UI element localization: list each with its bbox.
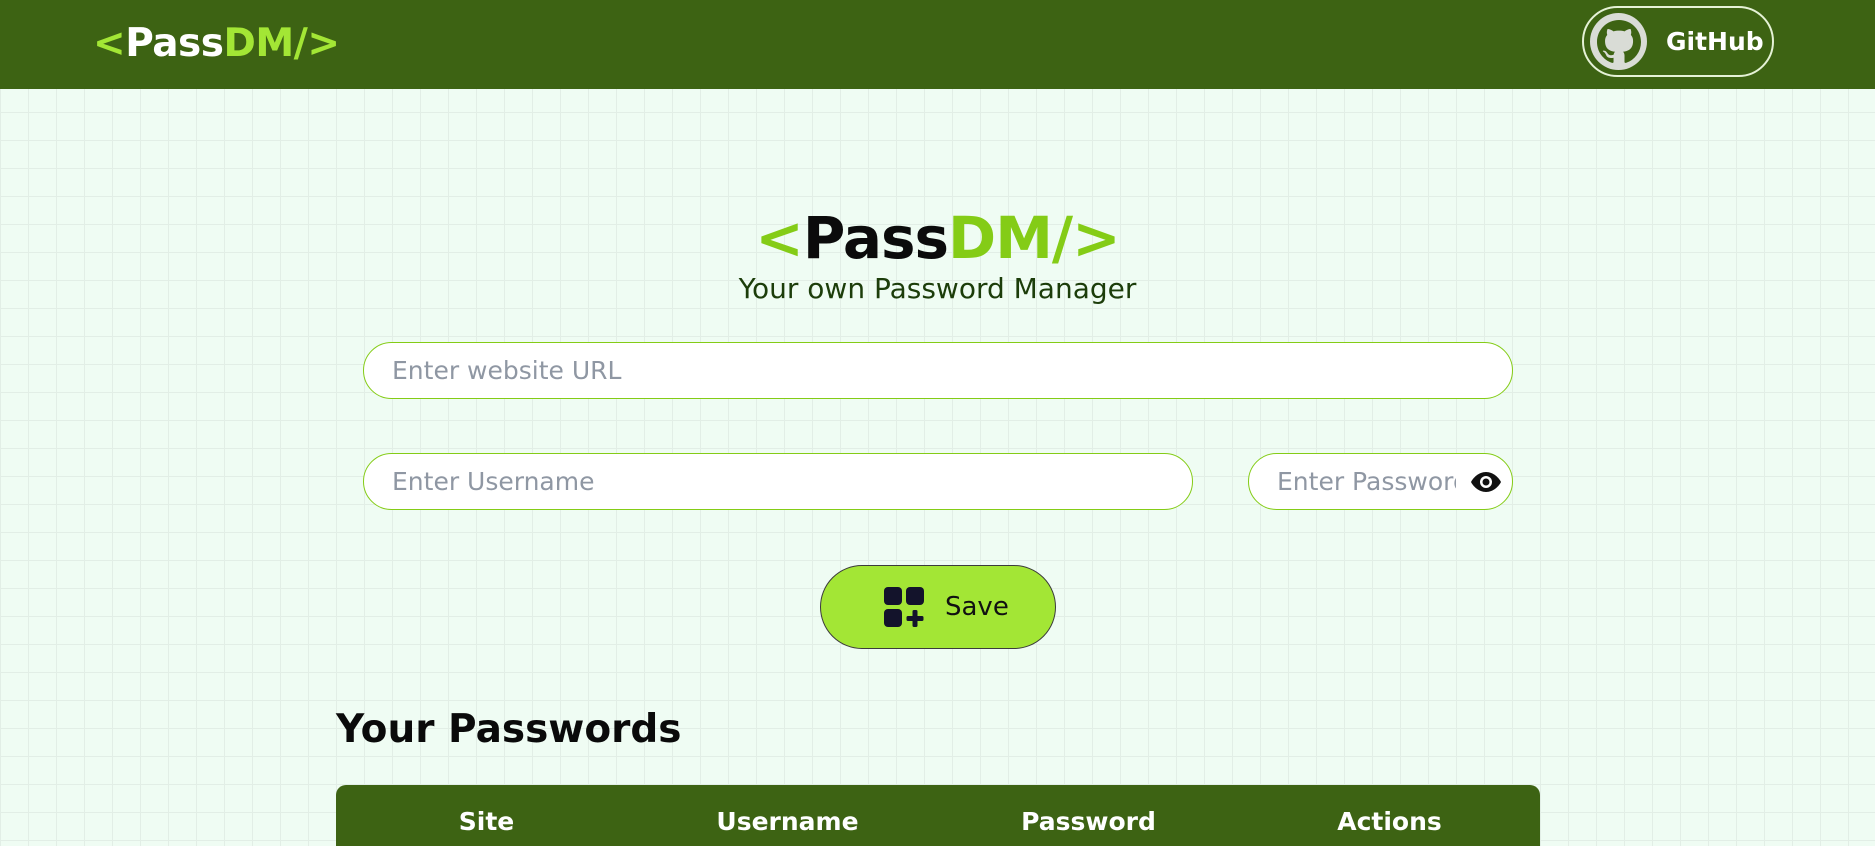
logo-close-bracket: > [307, 21, 340, 66]
passwords-heading: Your Passwords [336, 707, 682, 752]
logo-dm-text: DM/ [223, 21, 308, 66]
eye-icon[interactable] [1470, 470, 1502, 494]
website-url-input[interactable] [363, 342, 1513, 399]
username-input[interactable] [363, 453, 1193, 510]
save-label: Save [945, 592, 1009, 622]
column-header-username: Username [716, 807, 859, 836]
logo-open-bracket: < [93, 21, 126, 66]
navbar: <PassDM/> GitHub [0, 0, 1875, 89]
add-grid-icon [883, 586, 925, 628]
title-open-bracket: < [755, 204, 804, 272]
save-button[interactable]: Save [820, 565, 1056, 649]
page-title: <PassDM/> [0, 205, 1875, 271]
logo-pass-text: Pass [125, 21, 224, 66]
github-label: GitHub [1666, 27, 1764, 56]
column-header-password: Password [1021, 807, 1156, 836]
title-close-bracket: > [1072, 204, 1121, 272]
subtitle: Your own Password Manager [738, 272, 1137, 305]
title-pass-text: Pass [802, 204, 949, 272]
column-header-actions: Actions [1337, 807, 1442, 836]
github-button[interactable]: GitHub [1582, 6, 1774, 77]
title-dm-text: DM/ [948, 204, 1073, 272]
column-header-site: Site [458, 807, 515, 836]
github-icon [1590, 13, 1647, 70]
nav-logo[interactable]: <PassDM/> [93, 20, 340, 68]
passwords-table-header: Site Username Password Actions [336, 785, 1540, 846]
